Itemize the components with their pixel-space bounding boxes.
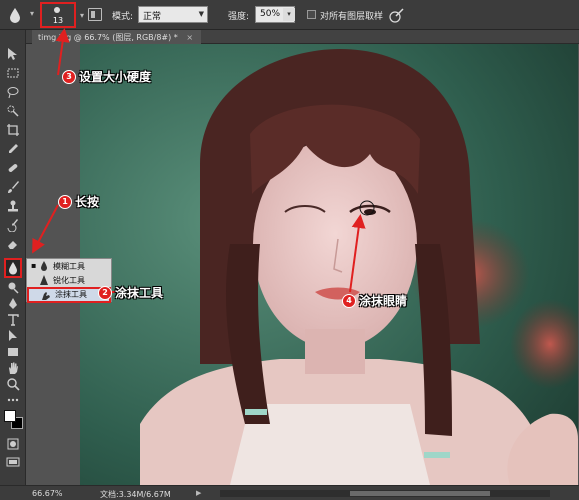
blur-icon (39, 261, 49, 271)
eraser-tool-icon[interactable] (4, 236, 22, 252)
tool-preset-dropdown-icon[interactable]: ▾ (30, 9, 34, 18)
zoom-tool-icon[interactable] (4, 376, 22, 392)
close-icon[interactable]: × (186, 33, 193, 42)
lasso-tool-icon[interactable] (4, 84, 22, 100)
more-tools-icon[interactable] (4, 392, 22, 408)
annotation-text: 涂抹眼睛 (359, 294, 408, 308)
type-tool-icon[interactable] (4, 312, 22, 328)
chevron-down-icon: ▼ (198, 10, 204, 18)
status-bar: 66.67% 文档:3.34M/6.67M ▶ (0, 485, 579, 500)
annotation-number: 1 (58, 194, 72, 209)
flyout-item-blur[interactable]: ▪ 模糊工具 (27, 259, 111, 273)
mode-select[interactable]: 正常 ▼ (138, 6, 208, 23)
brush-panel-toggle-icon[interactable] (88, 8, 102, 21)
color-swatches[interactable] (4, 410, 24, 432)
zoom-level[interactable]: 66.67% (32, 489, 63, 498)
quick-selection-tool-icon[interactable] (4, 103, 22, 119)
healing-brush-tool-icon[interactable] (4, 160, 22, 176)
annotation-text: 长按 (75, 195, 100, 209)
screen-mode-icon[interactable] (4, 454, 22, 470)
brush-tip-icon (54, 7, 60, 13)
brush-dropdown-icon: ▾ (79, 11, 84, 20)
brush-tool-icon[interactable] (4, 179, 22, 195)
rectangle-tool-icon[interactable] (4, 344, 22, 360)
document-size: 文档:3.34M/6.67M (100, 490, 171, 499)
brush-preset-picker[interactable]: 13 ▾ (40, 2, 84, 28)
horizontal-scrollbar[interactable] (220, 490, 550, 497)
document-tab[interactable]: timg.jpg @ 66.7% (图层, RGB/8#) * × (32, 30, 202, 44)
dodge-tool-icon[interactable] (4, 280, 22, 296)
eyedropper-tool-icon[interactable] (4, 141, 22, 157)
strength-value: 50% (260, 9, 281, 19)
sample-all-layers-checkbox[interactable] (307, 10, 316, 19)
pen-tool-icon[interactable] (4, 296, 22, 312)
strength-slider-toggle[interactable]: ▾ (283, 8, 295, 21)
flyout-item-label: 涂抹工具 (55, 290, 87, 299)
crop-tool-icon[interactable] (4, 122, 22, 138)
annotation-number: 4 (342, 293, 356, 308)
mode-label: 模式: (112, 12, 134, 22)
marquee-tool-icon[interactable] (4, 65, 22, 81)
annotation-number: 3 (62, 69, 76, 84)
document-tab-title: timg.jpg @ 66.7% (图层, RGB/8#) * (38, 33, 178, 42)
brush-size-value: 13 (52, 16, 64, 25)
move-tool-icon[interactable] (4, 46, 22, 62)
clone-stamp-tool-icon[interactable] (4, 198, 22, 214)
annotation-4: 4 涂抹眼睛 (342, 292, 407, 309)
blur-tool-preset-icon[interactable] (6, 6, 24, 24)
mode-value: 正常 (143, 12, 162, 22)
strength-label: 强度: (228, 12, 250, 22)
annotation-1: 1 长按 (58, 193, 99, 210)
document-canvas[interactable] (80, 44, 578, 485)
annotation-2: 2 涂抹工具 (98, 284, 163, 301)
annotation-3: 3 设置大小硬度 (62, 68, 151, 85)
document-tab-bar: timg.jpg @ 66.7% (图层, RGB/8#) * × (26, 30, 579, 44)
sample-all-layers-label: 对所有图层取样 (320, 12, 384, 22)
photo-image (80, 44, 578, 485)
annotation-number: 2 (98, 285, 112, 300)
smudge-icon (41, 291, 51, 301)
foreground-color-swatch[interactable] (4, 410, 16, 422)
toolbar (0, 30, 26, 500)
flyout-item-label: 锐化工具 (53, 276, 85, 285)
sharpen-icon (39, 275, 49, 285)
pressure-icon[interactable] (388, 6, 406, 24)
annotation-text: 涂抹工具 (115, 286, 164, 300)
path-selection-tool-icon[interactable] (4, 328, 22, 344)
flyout-item-label: 模糊工具 (53, 262, 85, 271)
selected-bullet-icon: ▪ (31, 261, 37, 270)
scrollbar-thumb[interactable] (350, 491, 490, 496)
quick-mask-icon[interactable] (4, 436, 22, 452)
blur-tool-icon[interactable] (4, 258, 22, 278)
status-menu-arrow-icon[interactable]: ▶ (196, 489, 201, 497)
hand-tool-icon[interactable] (4, 360, 22, 376)
options-bar: ▾ 13 ▾ 模式: 正常 ▼ 强度: 50% ▾ 对所有图层取样 (0, 0, 579, 30)
history-brush-tool-icon[interactable] (4, 217, 22, 233)
annotation-text: 设置大小硬度 (79, 70, 152, 84)
